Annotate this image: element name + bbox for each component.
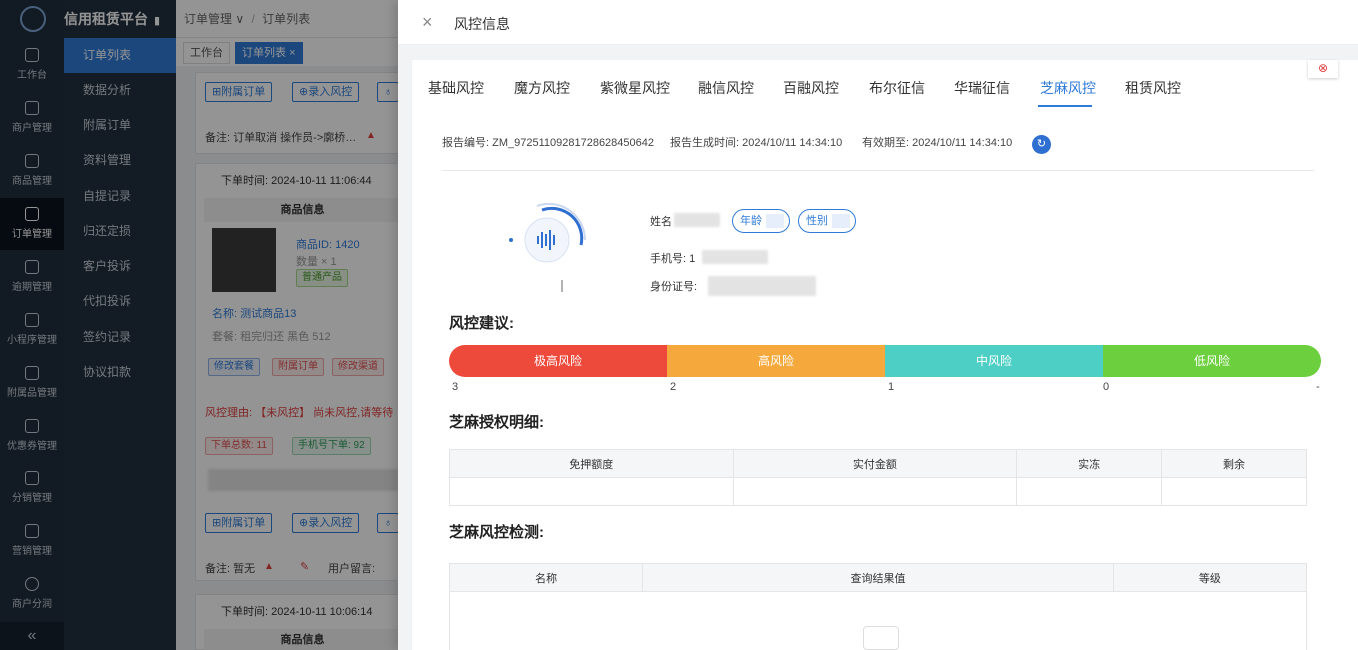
level-high: 高风险 bbox=[667, 345, 885, 377]
divider bbox=[442, 170, 1314, 171]
age-redacted bbox=[766, 214, 784, 229]
auth-detail-title: 芝麻授权明细: bbox=[449, 414, 544, 431]
close-icon[interactable]: × bbox=[422, 12, 433, 32]
scale-3: 3 bbox=[452, 381, 459, 393]
phone-label: 手机号: 1 bbox=[650, 253, 696, 265]
table-cell bbox=[1161, 477, 1307, 506]
table-cell bbox=[732, 477, 1018, 506]
name-redacted bbox=[674, 213, 720, 227]
phone-redacted bbox=[702, 250, 768, 264]
report-time: 报告生成时间: 2024/10/11 14:34:10 bbox=[670, 137, 843, 149]
tab-zhima-risk[interactable]: 芝麻风控 bbox=[1040, 78, 1096, 98]
id-redacted bbox=[708, 276, 816, 296]
close-circle-icon[interactable]: ⊗ bbox=[1308, 60, 1338, 78]
gender-redacted bbox=[832, 214, 850, 229]
table-cell bbox=[449, 477, 734, 506]
name-label: 姓名 bbox=[650, 216, 672, 228]
risk-detect-title: 芝麻风控检测: bbox=[449, 524, 544, 541]
gender-label: 性别 bbox=[806, 215, 828, 227]
risk-panel: 基础风控 魔方风控 紫微星风控 融信风控 百融风控 布尔征信 华瑞征信 芝麻风控… bbox=[411, 60, 1355, 650]
auth-detail-table: 免押额度 实付金额 实冻 剩余 bbox=[449, 449, 1307, 506]
report-number: 报告编号: ZM_97251109281728628450642 bbox=[442, 137, 655, 149]
drawer-gutter bbox=[398, 45, 411, 650]
col-name: 名称 bbox=[448, 563, 644, 592]
col-grade: 等级 bbox=[1112, 563, 1308, 592]
drawer-header: × 风控信息 bbox=[398, 0, 1358, 45]
active-tab-indicator bbox=[1038, 105, 1092, 107]
risk-drawer: × 风控信息 基础风控 魔方风控 紫微星风控 融信风控 百融风控 布尔征信 华瑞… bbox=[398, 0, 1358, 650]
empty-box-icon bbox=[863, 626, 899, 650]
refresh-icon[interactable]: ↻ bbox=[1032, 135, 1051, 154]
scale-end: - bbox=[1316, 381, 1320, 393]
tab-ziweixing-risk[interactable]: 紫微星风控 bbox=[600, 78, 670, 98]
col-deposit-free: 免押额度 bbox=[449, 449, 734, 478]
gender-tag: 性别 bbox=[798, 209, 856, 233]
age-tag: 年龄 bbox=[732, 209, 790, 233]
col-paid-amount: 实付金额 bbox=[732, 449, 1018, 478]
scale-1: 1 bbox=[888, 381, 895, 393]
drawer-gap bbox=[398, 45, 1358, 60]
col-query-result: 查询结果值 bbox=[642, 563, 1114, 592]
scale-2: 2 bbox=[670, 381, 677, 393]
valid-until: 有效期至: 2024/10/11 14:34:10 bbox=[862, 137, 1013, 149]
tab-huarui-credit[interactable]: 华瑞征信 bbox=[954, 78, 1010, 98]
drawer-title: 风控信息 bbox=[454, 16, 510, 32]
tab-lease-risk[interactable]: 租赁风控 bbox=[1125, 78, 1181, 98]
tab-rongxin-risk[interactable]: 融信风控 bbox=[698, 78, 754, 98]
id-label: 身份证号: bbox=[650, 281, 698, 293]
tab-bairong-risk[interactable]: 百融风控 bbox=[783, 78, 839, 98]
level-extreme-high: 极高风险 bbox=[449, 345, 667, 377]
voice-id-illustration bbox=[509, 203, 587, 292]
modal-overlay[interactable] bbox=[0, 0, 398, 650]
level-medium: 中风险 bbox=[885, 345, 1103, 377]
scale-0: 0 bbox=[1103, 381, 1110, 393]
col-frozen: 实冻 bbox=[1016, 449, 1163, 478]
col-remaining: 剩余 bbox=[1161, 449, 1307, 478]
table-cell bbox=[1016, 477, 1163, 506]
age-label: 年龄 bbox=[740, 215, 762, 227]
tab-mofang-risk[interactable]: 魔方风控 bbox=[514, 78, 570, 98]
tab-basic-risk[interactable]: 基础风控 bbox=[428, 78, 484, 98]
risk-advice-title: 风控建议: bbox=[449, 315, 514, 332]
level-low: 低风险 bbox=[1103, 345, 1321, 377]
tab-buer-credit[interactable]: 布尔征信 bbox=[869, 78, 925, 98]
